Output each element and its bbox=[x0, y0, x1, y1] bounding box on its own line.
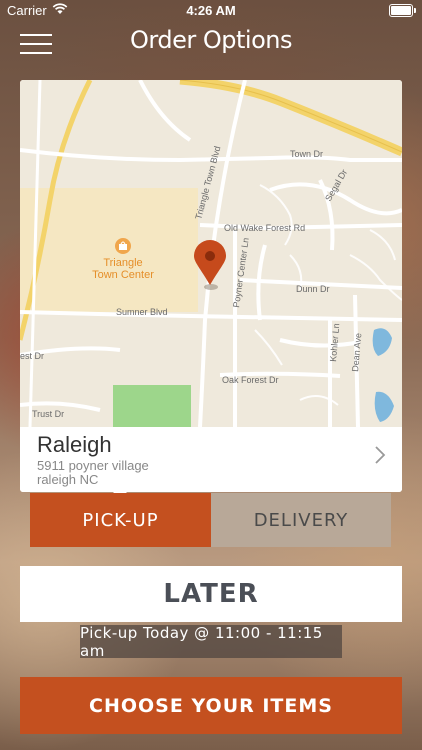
location-selector[interactable]: Raleigh 5911 poyner village raleigh NC bbox=[20, 427, 402, 492]
pickup-button[interactable]: PICK-UP bbox=[30, 493, 211, 547]
map-street-label: Old Wake Forest Rd bbox=[224, 223, 305, 233]
map-street-label: Town Dr bbox=[290, 149, 323, 159]
page-title: Order Options bbox=[130, 26, 292, 54]
map-poi-label-1: Triangle bbox=[103, 257, 142, 269]
location-card: Triangle Town Center Town Dr Segal Dr Tr… bbox=[20, 80, 402, 492]
status-time: 4:26 AM bbox=[186, 3, 236, 18]
navigation-bar: Order Options bbox=[0, 22, 422, 62]
order-type-toggle: PICK-UP DELIVERY bbox=[30, 493, 391, 547]
location-address-line1: 5911 poyner village bbox=[37, 458, 149, 473]
location-name: Raleigh bbox=[37, 432, 112, 457]
pickup-time-label: Pick-up Today @ 11:00 - 11:15 am bbox=[80, 624, 342, 660]
location-address-line2: raleigh NC bbox=[37, 472, 99, 487]
map-street-label: est Dr bbox=[20, 351, 44, 361]
delivery-button[interactable]: DELIVERY bbox=[211, 493, 391, 547]
map-lake bbox=[372, 328, 392, 356]
map-street-label: Kohler Ln bbox=[328, 323, 341, 362]
status-bar: Carrier 4:26 AM bbox=[0, 0, 422, 22]
map-view[interactable]: Triangle Town Center Town Dr Segal Dr Tr… bbox=[20, 80, 402, 427]
later-button[interactable]: LATER bbox=[20, 566, 402, 622]
location-pin-icon bbox=[194, 240, 226, 290]
chevron-right-icon bbox=[374, 445, 386, 470]
map-street-label: Oak Forest Dr bbox=[222, 375, 279, 385]
map-lake bbox=[374, 391, 394, 422]
map-street-label: Sumner Blvd bbox=[116, 307, 168, 317]
map-highway bbox=[179, 80, 402, 157]
map-street-label: Dunn Dr bbox=[296, 284, 330, 294]
shopping-bag-icon bbox=[115, 238, 131, 254]
battery-icon bbox=[389, 4, 416, 17]
choose-items-button[interactable]: CHOOSE YOUR ITEMS bbox=[20, 677, 402, 734]
map-poi-label-2: Town Center bbox=[92, 269, 154, 281]
map-park bbox=[113, 385, 191, 427]
map-street-label: Dean Ave bbox=[350, 333, 363, 373]
map-street-label: Trust Dr bbox=[32, 409, 64, 419]
